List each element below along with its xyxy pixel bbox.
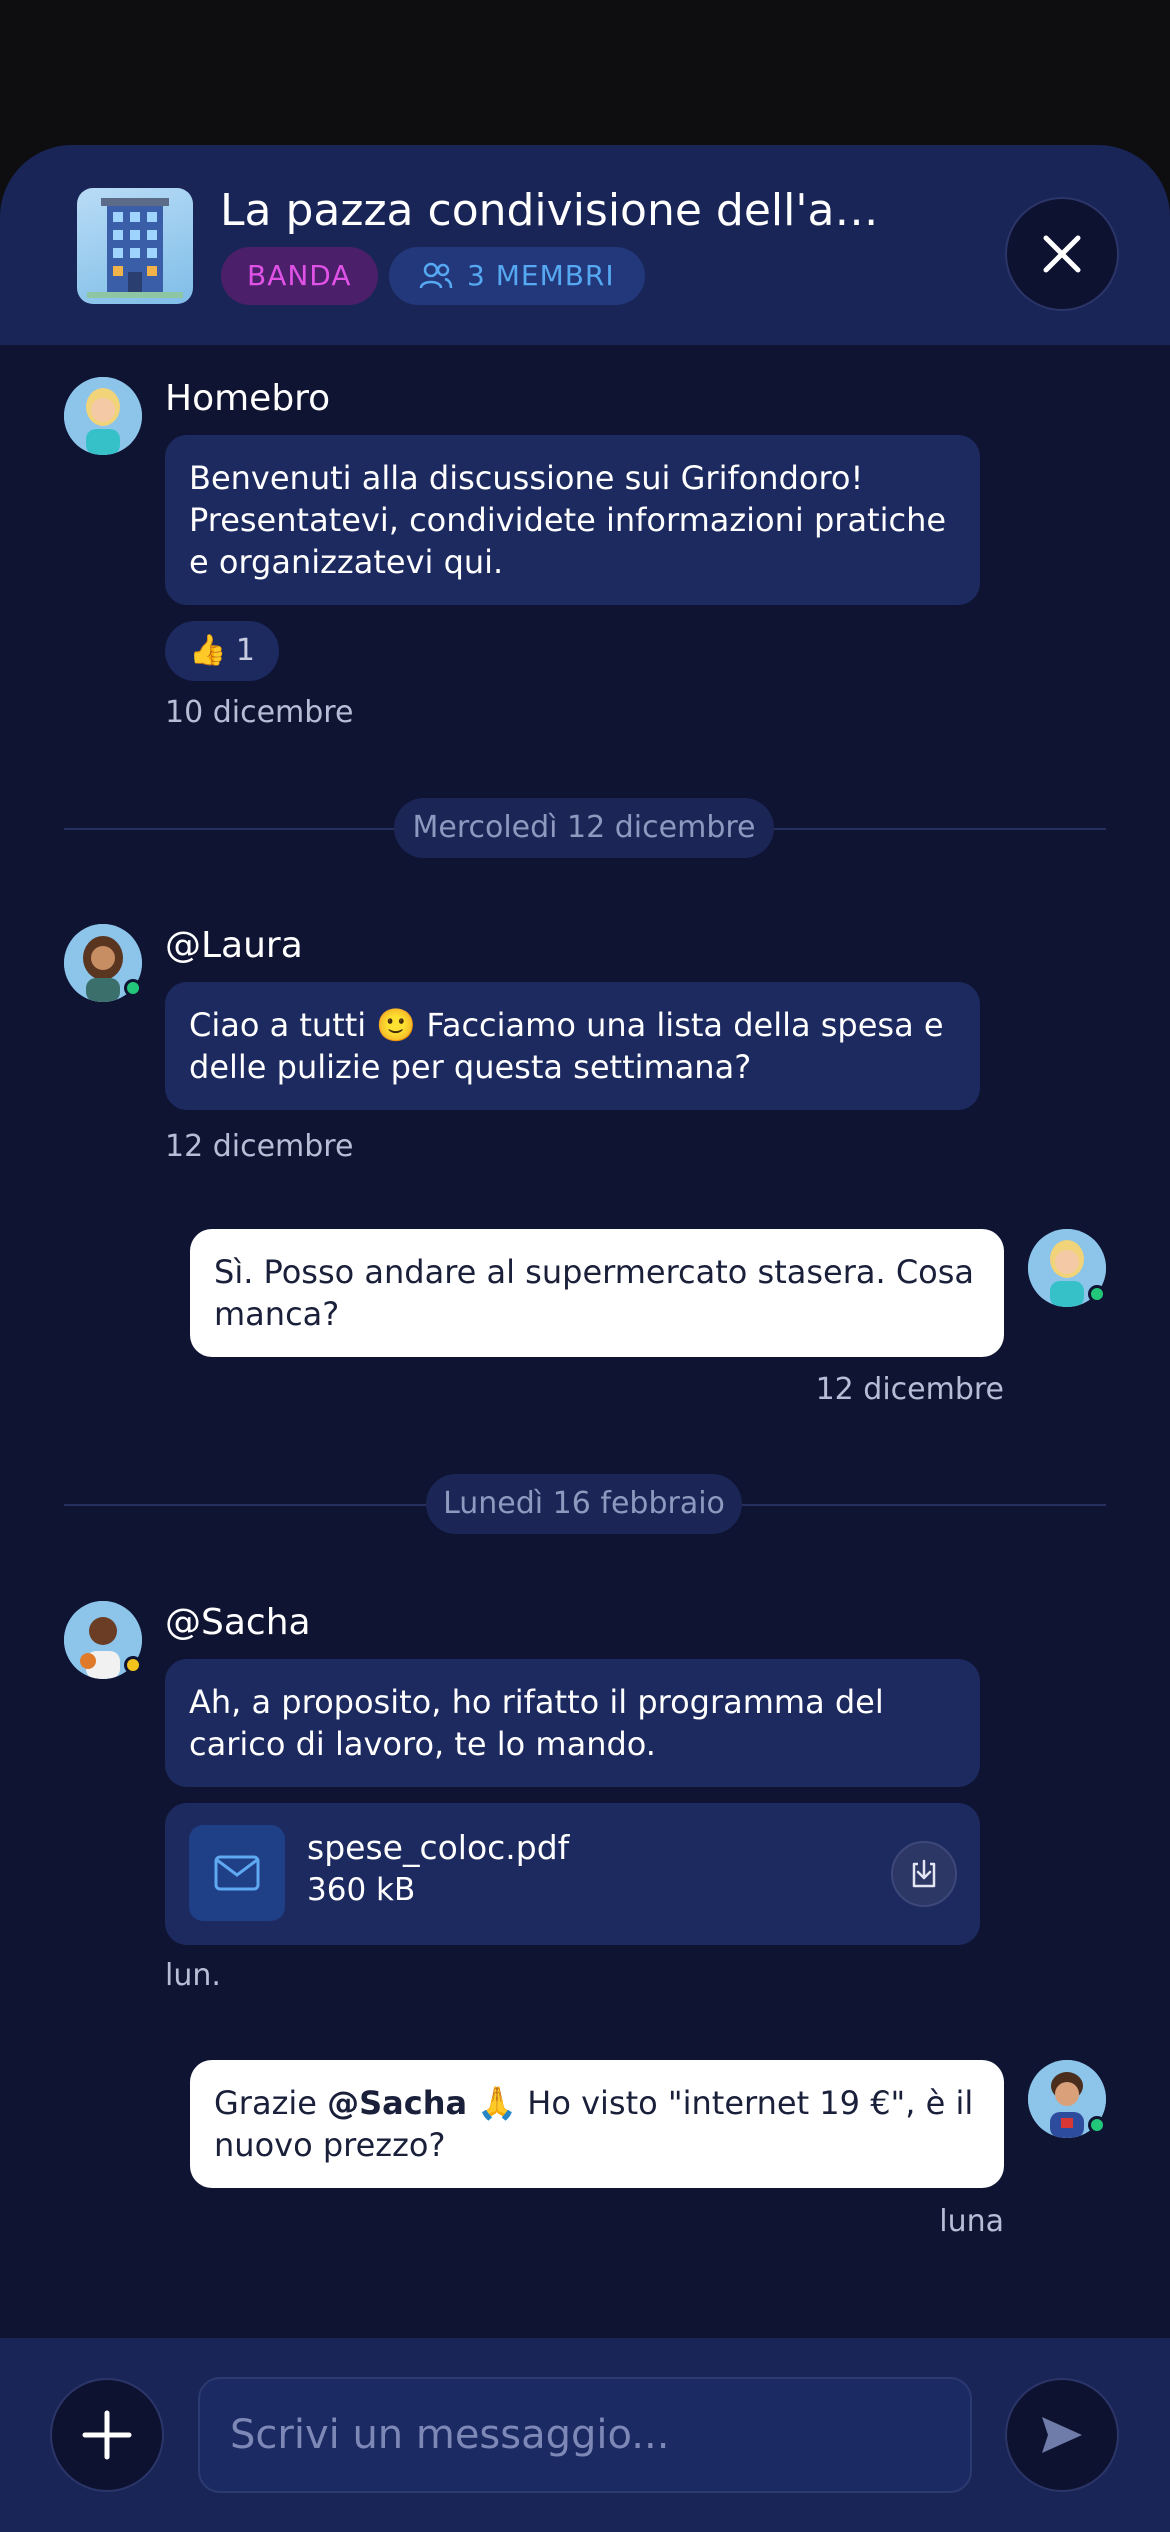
members-count: 3 MEMBRI bbox=[467, 259, 615, 292]
group-avatar[interactable] bbox=[77, 188, 193, 304]
close-icon bbox=[1043, 235, 1081, 273]
download-button[interactable] bbox=[891, 1841, 957, 1907]
message-time: 12 dicembre bbox=[815, 1372, 1004, 1407]
file-size: 360 kB bbox=[307, 1872, 416, 1908]
message-bubble-outgoing[interactable]: Sì. Posso andare al supermercato stasera… bbox=[190, 1229, 1004, 1357]
message-bubble-outgoing[interactable]: Grazie @Sacha 🙏 Ho visto "internet 19 €"… bbox=[190, 2060, 1004, 2188]
file-name: spese_coloc.pdf bbox=[307, 1828, 570, 1867]
attach-button[interactable] bbox=[50, 2378, 164, 2492]
reaction-count: 1 bbox=[235, 633, 255, 668]
message-bubble[interactable]: Ciao a tutti 🙂 Facciamo una lista della … bbox=[165, 982, 980, 1110]
thumbs-up-icon: 👍 bbox=[189, 633, 227, 668]
chat-header: La pazza condivisione dell'app... BANDA … bbox=[0, 145, 1170, 345]
mention-link[interactable]: @Sacha bbox=[327, 2084, 467, 2122]
date-divider: Mercoledì 12 dicembre bbox=[394, 798, 774, 858]
sender-name: Homebro bbox=[165, 378, 331, 419]
chat-title: La pazza condivisione dell'app... bbox=[220, 185, 900, 236]
message-time: 12 dicembre bbox=[165, 1129, 354, 1164]
message-input[interactable] bbox=[198, 2377, 972, 2493]
date-divider: Lunedì 16 febbraio bbox=[426, 1474, 742, 1534]
file-attachment[interactable]: spese_coloc.pdf 360 kB bbox=[165, 1803, 980, 1945]
online-indicator bbox=[1088, 2116, 1106, 2134]
avatar-homebro[interactable] bbox=[64, 377, 142, 455]
close-button[interactable] bbox=[1005, 197, 1119, 311]
sender-name: @Sacha bbox=[165, 1602, 311, 1643]
sender-name: @Laura bbox=[165, 925, 303, 966]
message-bubble[interactable]: Benvenuti alla discussione sui Grifondor… bbox=[165, 435, 980, 605]
online-indicator bbox=[124, 979, 142, 997]
plus-icon bbox=[82, 2410, 132, 2460]
message-composer bbox=[0, 2338, 1170, 2532]
message-time: 10 dicembre bbox=[165, 695, 354, 730]
away-indicator bbox=[124, 1656, 142, 1674]
group-type-badge: BANDA bbox=[221, 247, 378, 305]
mail-icon bbox=[189, 1825, 285, 1921]
building-icon bbox=[87, 198, 183, 298]
message-time: luna bbox=[939, 2204, 1004, 2239]
online-indicator bbox=[1088, 1285, 1106, 1303]
message-bubble[interactable]: Ah, a proposito, ho rifatto il programma… bbox=[165, 1659, 980, 1787]
send-icon bbox=[1042, 2417, 1082, 2453]
send-button[interactable] bbox=[1005, 2378, 1119, 2492]
download-icon bbox=[912, 1859, 936, 1888]
reaction-chip[interactable]: 👍 1 bbox=[165, 621, 279, 681]
members-badge[interactable]: 3 MEMBRI bbox=[389, 247, 645, 305]
chat-sheet: La pazza condivisione dell'app... BANDA … bbox=[0, 145, 1170, 2532]
message-time: lun. bbox=[165, 1958, 221, 1993]
members-icon bbox=[419, 262, 453, 289]
message-text: Grazie bbox=[214, 2084, 328, 2122]
